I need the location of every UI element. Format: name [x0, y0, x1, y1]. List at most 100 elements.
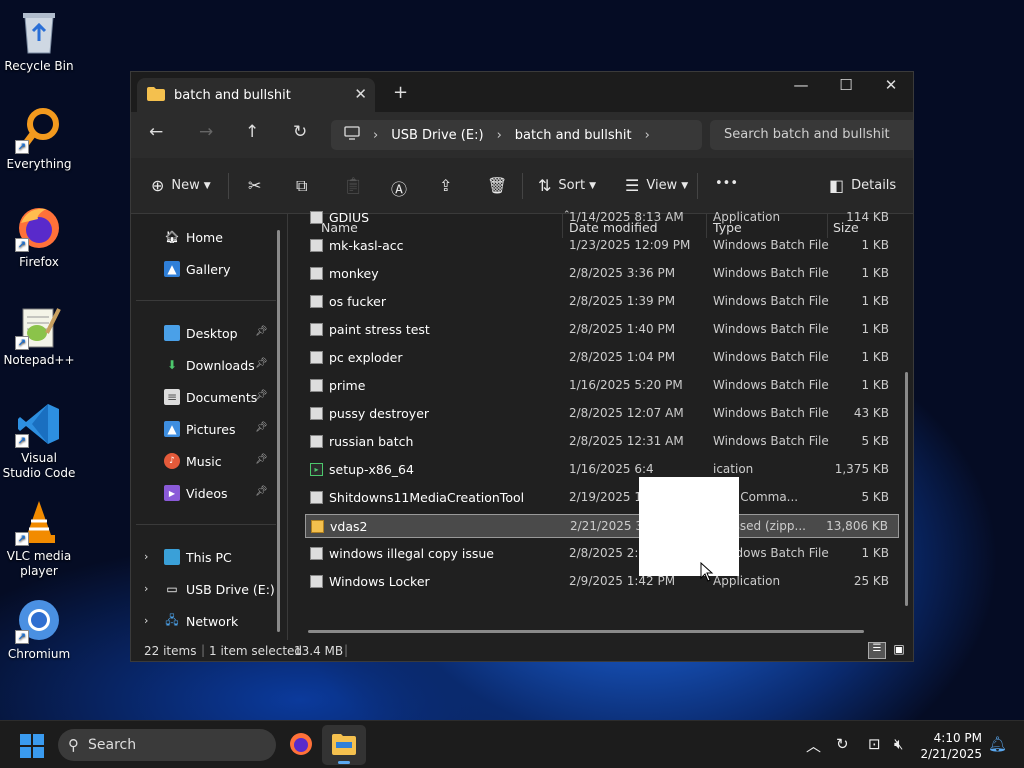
shortcut-arrow-icon: ↗ [15, 140, 29, 154]
sidebar-item-music[interactable]: ♪ Music [164, 451, 222, 471]
sidebar-item-label: This PC [186, 549, 232, 565]
file-row[interactable]: monkey 2/8/2025 3:36 PM Windows Batch File… [305, 262, 899, 286]
file-date-modified: 1/16/2025 5:20 PM [569, 378, 683, 392]
sidebar-item-network[interactable]: 🖧︎ Network [164, 611, 238, 631]
taskbar-search-box[interactable]: ⚲ Search [58, 729, 276, 761]
sidebar-item-gallery[interactable]: ▲ Gallery [164, 259, 231, 279]
sync-status-icon[interactable]: ↻ [836, 735, 849, 753]
desktop-icon-recycle-bin[interactable]: Recycle Bin [2, 8, 76, 74]
more-options-button[interactable]: ••• [715, 176, 738, 191]
breadcrumb-separator[interactable]: › [645, 128, 650, 143]
sidebar-item-label: Network [186, 613, 239, 629]
file-size: 5 KB [861, 434, 889, 448]
sidebar-item-videos[interactable]: ▶ Videos [164, 483, 228, 503]
refresh-icon[interactable]: ↻ [293, 122, 307, 142]
file-name: setup-x86_64 [329, 462, 414, 477]
breadcrumb-current-folder[interactable]: batch and bullshit [515, 128, 632, 143]
close-tab-icon[interactable]: ✕ [354, 85, 367, 103]
file-row[interactable]: ▸ setup-x86_64 1/16/2025 6:4 ication 1,375 K… [305, 458, 899, 482]
sidebar-scrollbar[interactable] [277, 230, 280, 632]
sidebar-item-this-pc[interactable]: This PC [164, 547, 232, 567]
details-view-icon[interactable]: ☰ [868, 642, 886, 659]
file-explorer-window: batch and bullshit ✕ + — ☐ ✕ ← → ↑ ↻ › U… [130, 71, 914, 662]
breadcrumb-usb-drive[interactable]: USB Drive (E:) [391, 128, 483, 143]
sidebar-item-documents[interactable]: ≡ Documents [164, 387, 257, 407]
address-bar[interactable]: › USB Drive (E:) › batch and bullshit › [331, 120, 702, 150]
sidebar-item-pictures[interactable]: ▲ Pictures [164, 419, 236, 439]
expand-chevron-icon[interactable]: › [144, 582, 148, 595]
share-button[interactable]: ⇪ [439, 176, 459, 195]
file-row[interactable]: os fucker 2/8/2025 1:39 PM Windows Batch F… [305, 290, 899, 314]
close-button[interactable]: ✕ [876, 76, 906, 98]
desktop-icon-everything[interactable]: ↗ Everything [2, 106, 76, 172]
copy-button[interactable]: ⧉ [296, 176, 314, 196]
rename-button[interactable]: Ⓐ [391, 176, 414, 200]
view-button[interactable]: ☰ View ▼ [625, 176, 688, 195]
file-row[interactable]: prime 1/16/2025 5:20 PM Windows Batch File… [305, 374, 899, 398]
cut-button[interactable]: ✂ [248, 176, 268, 195]
file-row[interactable]: GDIUS 1/14/2025 8:13 AM Application 114 KB [305, 206, 899, 230]
horizontal-scrollbar[interactable] [308, 630, 864, 633]
file-size: 5 KB [861, 490, 889, 504]
paste-button[interactable]: 📋︎ [343, 176, 370, 195]
notification-bell-icon[interactable]: 🔔︎ [988, 735, 1007, 753]
new-button[interactable]: ⊕ New ▼ [151, 176, 211, 195]
forward-arrow-icon[interactable]: → [199, 122, 213, 142]
firefox-taskbar-icon[interactable] [288, 731, 314, 760]
vscode-icon: ↗ [15, 400, 63, 448]
details-pane-button[interactable]: ◧ Details [829, 176, 896, 195]
pin-icon: 📌︎ [255, 358, 268, 369]
sidebar-item-desktop[interactable]: Desktop [164, 323, 238, 343]
batch-file-icon [310, 295, 323, 308]
item-count: 22 items [144, 644, 197, 658]
minimize-button[interactable]: — [786, 76, 816, 98]
file-type: Windows Batch File [713, 266, 829, 280]
sort-button[interactable]: ⇅ Sort ▼ [538, 176, 596, 195]
desktop-icon-vlc[interactable]: ↗ VLC media player [2, 498, 76, 579]
up-arrow-icon[interactable]: ↑ [245, 122, 259, 142]
blank-popup-window[interactable] [639, 477, 739, 576]
network-status-icon[interactable]: ⊡ [868, 735, 881, 753]
desktop-icon-label: Notepad++ [3, 353, 75, 367]
file-explorer-taskbar-button[interactable] [322, 725, 366, 765]
maximize-button[interactable]: ☐ [831, 76, 861, 98]
file-size: 13,806 KB [826, 519, 888, 533]
start-windows-icon[interactable] [20, 734, 44, 761]
clock[interactable]: 4:10 PM 2/21/2025 [920, 730, 982, 762]
sidebar-item-label: Music [186, 453, 222, 469]
search-input[interactable]: Search batch and bullshit [710, 120, 913, 150]
sidebar-item-home[interactable]: 🏠︎ Home [164, 227, 223, 247]
clock-time: 4:10 PM [933, 731, 982, 745]
new-tab-button[interactable]: + [393, 82, 408, 103]
desktop-icon-chromium[interactable]: ↗ Chromium [2, 596, 76, 662]
file-row[interactable]: pc exploder 2/8/2025 1:04 PM Windows Batch… [305, 346, 899, 370]
desktop-icon-notepad-plus-plus[interactable]: ↗ Notepad++ [2, 302, 76, 368]
expand-chevron-icon[interactable]: › [144, 550, 148, 563]
back-arrow-icon[interactable]: ← [149, 122, 163, 142]
file-row[interactable]: Windows Locker 2/9/2025 1:42 PM Applicatio… [305, 570, 899, 594]
share-icon: ⇪ [439, 176, 453, 195]
sidebar-item-downloads[interactable]: ⬇ Downloads [164, 355, 255, 375]
plus-circle-icon: ⊕ [151, 176, 165, 195]
file-row[interactable]: vdas2 2/21/2025 3:0 pressed (zipp... 13,806… [305, 514, 899, 538]
file-row[interactable]: russian batch 2/8/2025 12:31 AM Windows Ba… [305, 430, 899, 454]
file-row[interactable]: pussy destroyer 2/8/2025 12:07 AM Windows … [305, 402, 899, 426]
sidebar-item-usb-drive[interactable]: ▭ USB Drive (E:) [164, 579, 274, 599]
file-type: Windows Batch File [713, 294, 829, 308]
expand-chevron-icon[interactable]: › [144, 614, 148, 627]
tiles-view-icon[interactable]: ▣ [890, 642, 908, 659]
volume-muted-icon[interactable]: 🔇︎ [894, 735, 903, 753]
show-hidden-icons-chevron-icon[interactable]: ︿ [806, 735, 821, 756]
delete-button[interactable]: 🗑︎ [487, 176, 514, 195]
file-row[interactable]: windows illegal copy issue 2/8/2025 2:14 … [305, 542, 899, 566]
sidebar-item-label: Pictures [186, 421, 236, 437]
batch-file-icon [310, 491, 323, 504]
tab-batch-and-bullshit[interactable]: batch and bullshit ✕ [137, 78, 375, 112]
file-row[interactable]: mk-kasl-acc 1/23/2025 12:09 PM Windows Bat… [305, 234, 899, 258]
desktop-icon-vscode[interactable]: ↗ Visual Studio Code [2, 400, 76, 481]
file-row[interactable]: Shitdowns11MediaCreationTool 2/19/2025 12… [305, 486, 899, 510]
desktop-icon-firefox[interactable]: ↗ Firefox [2, 204, 76, 270]
file-row[interactable]: paint stress test 2/8/2025 1:40 PM Windows… [305, 318, 899, 342]
selection-size: 13.4 MB [294, 644, 344, 658]
vertical-scrollbar[interactable] [905, 372, 908, 606]
